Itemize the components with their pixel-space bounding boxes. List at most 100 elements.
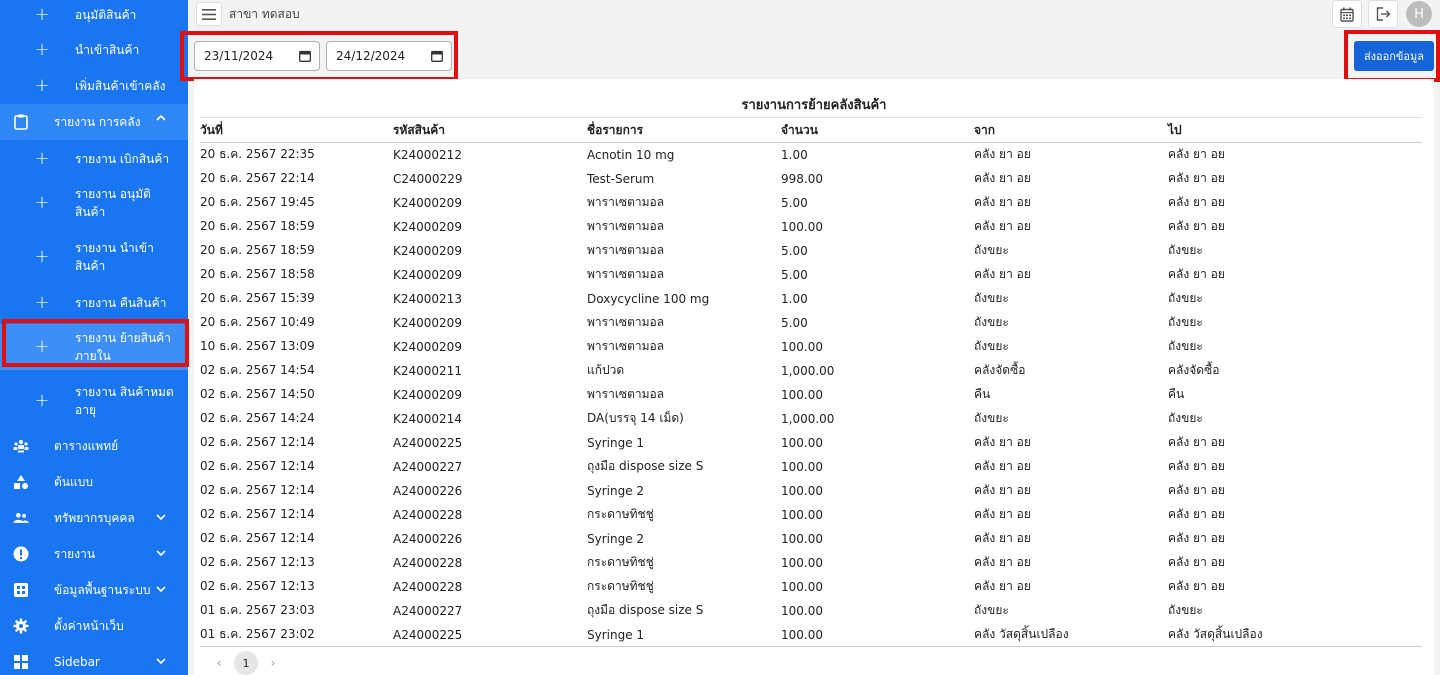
column-header-item-name[interactable]: ชื่อรายการ [587, 117, 781, 143]
cell-from: คลัง ยา อย [974, 195, 1031, 209]
cell-quantity: 100.00 [781, 627, 823, 642]
cell-from: ถังขยะ [974, 291, 1009, 305]
cell-item-name: แก้ปวด [587, 363, 625, 377]
sidebar-item-sidebar[interactable]: Sidebar [0, 648, 188, 675]
cell-from: คืน [974, 387, 991, 401]
cell-product-code: K24000209 [393, 195, 462, 210]
cell-from: ถังขยะ [974, 411, 1009, 425]
calendar-button[interactable] [1332, 0, 1362, 28]
cell-to: คืน [1168, 387, 1185, 401]
table-row[interactable]: 01 ธ.ค. 2567 23:03 A24000227 ถุงมือ dispos… [200, 599, 1422, 623]
cell-item-name: Syringe 2 [587, 531, 645, 546]
table-row[interactable]: 02 ธ.ค. 2567 12:14 A24000226 Syringe 2 100.… [200, 479, 1422, 503]
cell-to: คลัง ยา อย [1168, 195, 1225, 209]
chevron-left-icon[interactable]: ‹ [212, 656, 226, 670]
menu-button[interactable] [196, 2, 222, 26]
table-row[interactable]: 02 ธ.ค. 2567 12:14 A24000228 กระดาษทิชชู่ 1… [200, 503, 1422, 527]
table-row[interactable]: 20 ธ.ค. 2567 22:35 K24000212 Acnotin 10 mg… [200, 143, 1422, 167]
table-row[interactable]: 02 ธ.ค. 2567 12:14 A24000225 Syringe 1 100.… [200, 431, 1422, 455]
table-row[interactable]: 02 ธ.ค. 2567 14:54 K24000211 แก้ปวด 1,000.0… [200, 359, 1422, 383]
cell-date: 02 ธ.ค. 2567 12:14 [200, 507, 315, 521]
sidebar-item-label: รายงาน การคลัง [54, 115, 141, 129]
cell-product-code: A24000228 [393, 555, 463, 570]
cell-from: ถังขยะ [974, 243, 1009, 257]
cell-from: คลัง ยา อย [974, 267, 1031, 281]
sidebar-item-web-settings[interactable]: ตั้งค่าหน้าเว็บ [0, 612, 188, 640]
sidebar-item-label: อนุมัติสินค้า [75, 8, 137, 22]
sidebar-item-warehouse-reports[interactable]: รายงาน การคลัง [0, 104, 188, 140]
sidebar-item-add-to-warehouse[interactable]: + เพิ่มสินค้าเข้าคลัง [0, 73, 188, 99]
sidebar-item-return-report[interactable]: + รายงาน คืนสินค้า [0, 290, 188, 316]
cell-quantity: 1,000.00 [781, 411, 835, 426]
chevron-right-icon[interactable]: › [266, 656, 280, 670]
highlight-box [180, 31, 458, 81]
logout-button[interactable] [1368, 0, 1398, 28]
column-header-product-code[interactable]: รหัสสินค้า [393, 117, 587, 143]
sidebar-item-import-products[interactable]: + นำเข้าสินค้า [0, 37, 188, 63]
cell-product-code: A24000225 [393, 435, 463, 450]
table-footer-divider [200, 646, 1422, 647]
sidebar-item-system-basic-data[interactable]: ข้อมูลพื้นฐานระบบ [0, 576, 188, 604]
report-title: รายงานการย้ายคลังสินค้า [741, 98, 887, 113]
sidebar-item-withdraw-report[interactable]: + รายงาน เบิกสินค้า [0, 146, 188, 172]
sidebar-item-label: รายงาน นำเข้าสินค้า [75, 241, 154, 273]
cell-from: คลัง ยา อย [974, 459, 1031, 473]
table-row[interactable]: 20 ธ.ค. 2567 15:39 K24000213 Doxycycline 1… [200, 287, 1422, 311]
table-row[interactable]: 02 ธ.ค. 2567 14:24 K24000214 DA(บรรจุ 14 เ… [200, 407, 1422, 431]
cell-item-name: กระดาษทิชชู่ [587, 555, 654, 569]
table-row[interactable]: 02 ธ.ค. 2567 12:14 A24000226 Syringe 2 100.… [200, 527, 1422, 551]
cell-from: คลัง ยา อย [974, 147, 1031, 162]
plus-icon: + [34, 246, 50, 267]
table-row[interactable]: 20 ธ.ค. 2567 18:58 K24000209 พาราเซตามอล 5.… [200, 263, 1422, 287]
logout-icon [1376, 7, 1391, 21]
table-row[interactable]: 01 ธ.ค. 2567 23:02 A24000225 Syringe 1 100.… [200, 623, 1422, 647]
sidebar-item-human-resources[interactable]: ทรัพยากรบุคคล [0, 504, 188, 532]
sidebar-item-label: รายงาน อนุมัติสินค้า [75, 187, 151, 219]
cell-item-name: ถุงมือ dispose size S [587, 459, 704, 473]
sidebar-item-import-report[interactable]: + รายงาน นำเข้าสินค้า [0, 236, 188, 278]
sidebar-item-label: รายงาน คืนสินค้า [75, 296, 167, 310]
cell-to: คลังจัดซื้อ [1168, 363, 1220, 377]
sidebar-item-template[interactable]: ต้นแบบ [0, 468, 188, 496]
cell-product-code: K24000212 [393, 147, 462, 162]
sidebar-item-approve-report[interactable]: + รายงาน อนุมัติสินค้า [0, 182, 188, 224]
table-row[interactable]: 20 ธ.ค. 2567 22:14 C24000229 Test-Serum 998… [200, 167, 1422, 191]
table-row[interactable]: 10 ธ.ค. 2567 13:09 K24000209 พาราเซตามอล 10… [200, 335, 1422, 359]
sidebar-item-approve-products[interactable]: + อนุมัติสินค้า [0, 2, 188, 28]
cell-to: คลัง ยา อย [1168, 531, 1225, 545]
table-row[interactable]: 02 ธ.ค. 2567 14:50 K24000209 พาราเซตามอล 10… [200, 383, 1422, 407]
cell-quantity: 100.00 [781, 435, 823, 450]
cell-quantity: 100.00 [781, 339, 823, 354]
column-header-date[interactable]: วันที่ [200, 117, 393, 143]
sidebar-item-reports[interactable]: รายงาน [0, 540, 188, 568]
sidebar-item-doctor-schedule[interactable]: ตารางแพทย์ [0, 432, 188, 460]
table-row[interactable]: 02 ธ.ค. 2567 12:13 A24000228 กระดาษทิชชู่ 1… [200, 575, 1422, 599]
column-header-from[interactable]: จาก [974, 117, 1168, 143]
cell-date: 02 ธ.ค. 2567 12:13 [200, 579, 315, 593]
cell-product-code: K24000209 [393, 315, 462, 330]
cell-quantity: 100.00 [781, 531, 823, 546]
report-panel: รายงานการย้ายคลังสินค้า วันที่ รหัสสินค้… [194, 79, 1434, 675]
highlight-box [1344, 30, 1440, 82]
cell-to: คลัง ยา อย [1168, 267, 1225, 281]
table-row[interactable]: 20 ธ.ค. 2567 19:45 K24000209 พาราเซตามอล 5.… [200, 191, 1422, 215]
table-row[interactable]: 20 ธ.ค. 2567 18:59 K24000209 พาราเซตามอล 5.… [200, 239, 1422, 263]
avatar[interactable]: H [1406, 1, 1432, 27]
plus-icon: + [34, 292, 50, 313]
cell-date: 20 ธ.ค. 2567 10:49 [200, 315, 315, 329]
cell-from: คลัง ยา อย [974, 531, 1031, 545]
chevron-down-icon [156, 514, 166, 521]
cell-quantity: 1.00 [781, 291, 808, 306]
table-row[interactable]: 02 ธ.ค. 2567 12:14 A24000227 ถุงมือ dispos… [200, 455, 1422, 479]
cell-to: คลัง ยา อย [1168, 435, 1225, 449]
cell-from: คลัง ยา อย [974, 555, 1031, 569]
cell-date: 02 ธ.ค. 2567 12:14 [200, 435, 315, 449]
column-header-quantity[interactable]: จำนวน [781, 117, 974, 143]
cell-product-code: A24000225 [393, 627, 463, 642]
page-button-current[interactable]: 1 [234, 651, 258, 675]
column-header-to[interactable]: ไป [1168, 117, 1422, 143]
table-row[interactable]: 20 ธ.ค. 2567 18:59 K24000209 พาราเซตามอล 10… [200, 215, 1422, 239]
sidebar-item-expired-report[interactable]: + รายงาน สินค้าหมดอายุ [0, 380, 188, 422]
table-row[interactable]: 02 ธ.ค. 2567 12:13 A24000228 กระดาษทิชชู่ 1… [200, 551, 1422, 575]
table-row[interactable]: 20 ธ.ค. 2567 10:49 K24000209 พาราเซตามอล 5.… [200, 311, 1422, 335]
